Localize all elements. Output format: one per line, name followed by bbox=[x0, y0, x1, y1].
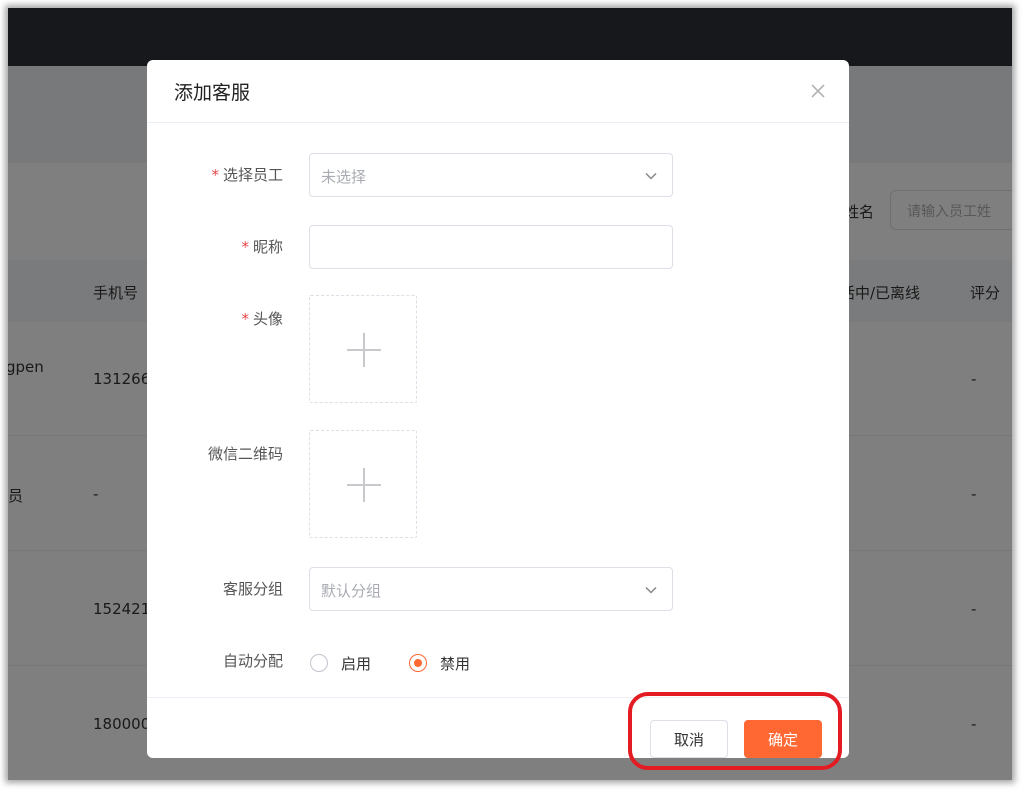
group-select-value: 默认分组 bbox=[321, 582, 382, 600]
dialog-header-divider bbox=[147, 122, 849, 123]
group-field-label: 客服分组 bbox=[147, 578, 283, 599]
nickname-input[interactable] bbox=[309, 225, 673, 269]
chevron-down-icon bbox=[645, 586, 657, 594]
plus-icon bbox=[347, 333, 381, 367]
required-mark: * bbox=[241, 310, 249, 328]
wechat-qr-label-text: 微信二维码 bbox=[207, 445, 283, 463]
nickname-field-label: * 昵称 bbox=[147, 236, 283, 257]
wechat-qr-upload[interactable] bbox=[309, 430, 417, 538]
avatar-field-label: * 头像 bbox=[147, 308, 283, 329]
radio-circle-unchecked bbox=[310, 654, 328, 672]
nickname-label-text: 昵称 bbox=[252, 238, 283, 256]
employee-label-text: 选择员工 bbox=[222, 166, 283, 184]
dialog-title: 添加客服 bbox=[174, 82, 251, 104]
app-window: 姓名 请输入员工姓 手机号 活中/已离线 评分 gpen 131266 - 员 … bbox=[8, 8, 1012, 780]
avatar-label-text: 头像 bbox=[252, 310, 283, 328]
add-customer-service-dialog: 添加客服 * 选择员工 未选择 * 昵称 * 头像 微信二维码 客服分组 默认分… bbox=[147, 60, 849, 758]
confirm-button[interactable]: 确定 bbox=[744, 720, 822, 758]
group-label-text: 客服分组 bbox=[222, 580, 283, 598]
cancel-button[interactable]: 取消 bbox=[650, 720, 728, 758]
auto-assign-field-label: 自动分配 bbox=[147, 650, 283, 671]
radio-label-enable: 启用 bbox=[341, 655, 372, 673]
required-mark: * bbox=[211, 166, 219, 184]
employee-select[interactable]: 未选择 bbox=[309, 153, 673, 197]
radio-circle-checked bbox=[409, 654, 427, 672]
plus-icon bbox=[347, 468, 381, 502]
dialog-footer-divider bbox=[147, 697, 849, 698]
chevron-down-icon bbox=[645, 172, 657, 180]
close-icon[interactable] bbox=[807, 80, 829, 102]
wechat-qr-field-label: 微信二维码 bbox=[147, 443, 283, 464]
radio-dot bbox=[414, 659, 422, 667]
avatar-upload[interactable] bbox=[309, 295, 417, 403]
radio-label-disable: 禁用 bbox=[440, 655, 471, 673]
employee-field-label: * 选择员工 bbox=[147, 164, 283, 185]
auto-assign-label-text: 自动分配 bbox=[222, 652, 283, 670]
required-mark: * bbox=[241, 238, 249, 256]
group-select[interactable]: 默认分组 bbox=[309, 567, 673, 611]
employee-select-placeholder: 未选择 bbox=[321, 168, 367, 186]
